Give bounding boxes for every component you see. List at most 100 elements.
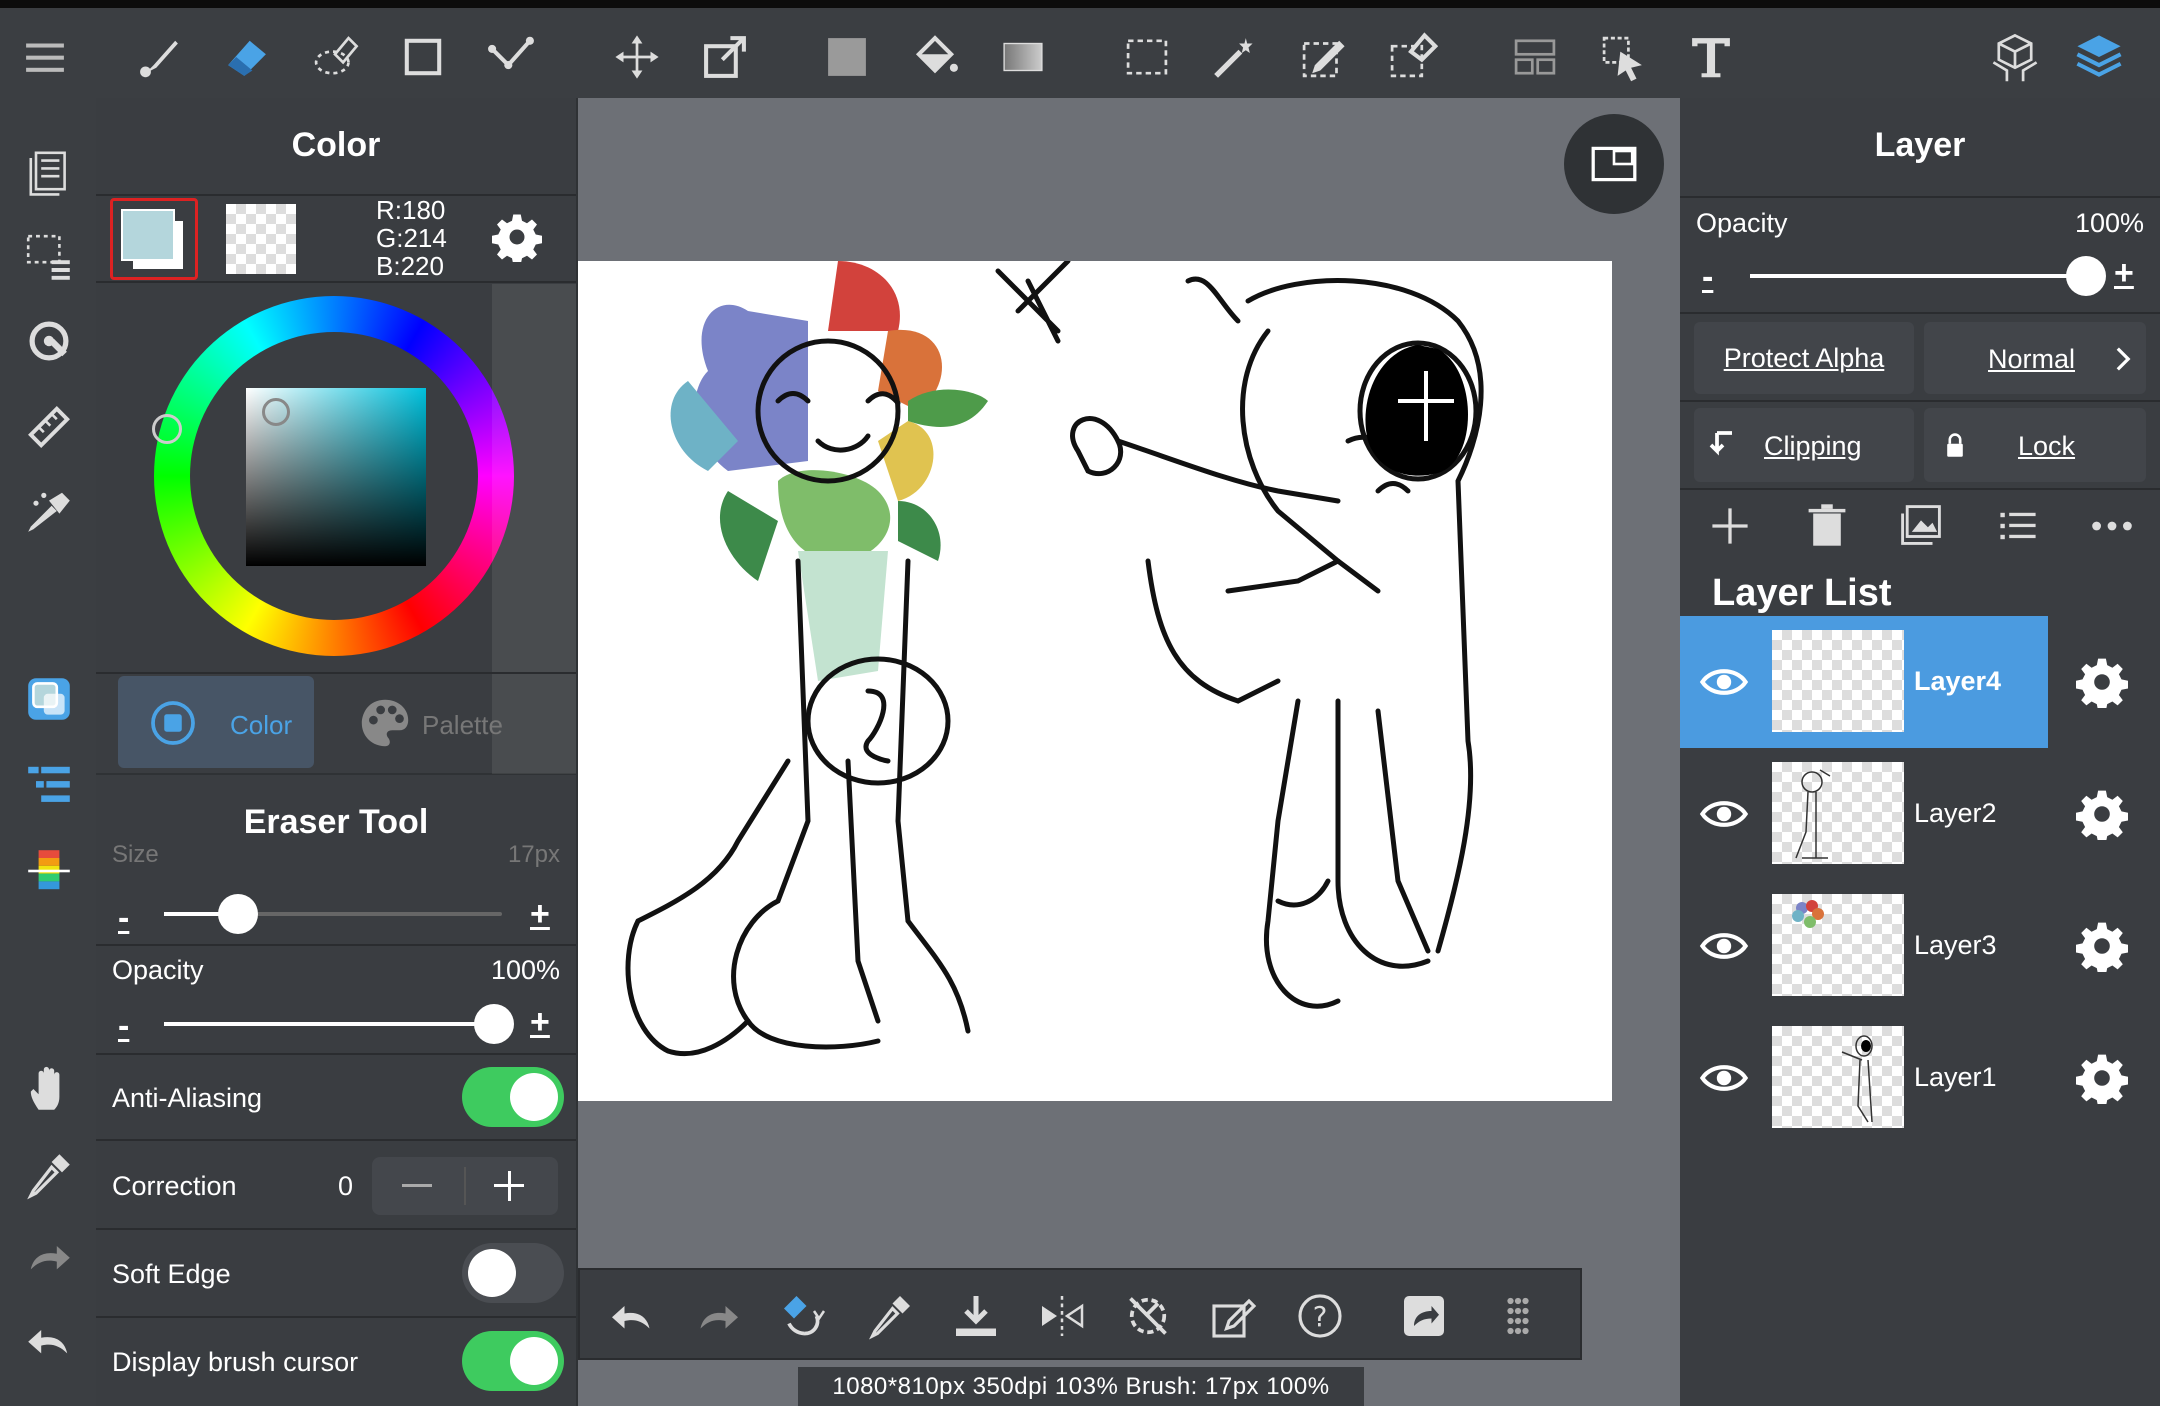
soft-edge-toggle[interactable]: [462, 1243, 564, 1303]
clipping-button[interactable]: Clipping: [1694, 408, 1914, 482]
layer-settings-gear-icon[interactable]: [2076, 656, 2128, 708]
eraser-tool-icon[interactable]: [216, 26, 278, 88]
select-eraser-icon[interactable]: [1380, 26, 1442, 88]
hand-tool-icon[interactable]: [18, 1058, 80, 1120]
magic-wand-icon[interactable]: [1204, 26, 1266, 88]
visibility-eye-icon[interactable]: [1692, 790, 1756, 838]
filter-icon[interactable]: [18, 480, 80, 542]
flip-horizontal-icon[interactable]: [1032, 1286, 1092, 1346]
layers-icon[interactable]: [2068, 26, 2130, 88]
blend-mode-button[interactable]: Normal: [1924, 322, 2146, 394]
drag-handle-icon[interactable]: [1488, 1286, 1548, 1346]
3d-material-icon[interactable]: [1984, 26, 2046, 88]
brush-tool-icon[interactable]: [128, 26, 190, 88]
size-plus-button[interactable]: +: [530, 895, 550, 934]
drawing-canvas[interactable]: [578, 258, 1612, 1101]
size-slider-knob[interactable]: [218, 894, 258, 934]
undo-icon[interactable]: [18, 1312, 80, 1374]
tool-settings-panel: Eraser Tool Size 17px - + Opacity 100% -…: [96, 775, 576, 1406]
tool-panel-title: Eraser Tool: [243, 803, 429, 841]
eyedropper-button-icon[interactable]: [860, 1286, 920, 1346]
fill-color-icon[interactable]: [816, 26, 878, 88]
bucket-tool-icon[interactable]: [904, 26, 966, 88]
save-download-icon[interactable]: [946, 1286, 1006, 1346]
shape-tool-icon[interactable]: [392, 26, 454, 88]
layer-settings-gear-icon[interactable]: [2076, 920, 2128, 972]
layer-list-options-icon[interactable]: [1996, 504, 2040, 548]
rotate-reset-icon[interactable]: [1118, 1286, 1178, 1346]
visibility-eye-icon[interactable]: [1692, 922, 1756, 970]
opacity-value: 100%: [490, 955, 560, 985]
operation-tool-icon[interactable]: [1592, 26, 1654, 88]
lasso-eraser-icon[interactable]: [304, 26, 366, 88]
layer-opacity-minus-button[interactable]: -: [1702, 258, 1713, 297]
help-icon[interactable]: ?: [1290, 1286, 1350, 1346]
layer-settings-gear-icon[interactable]: [2076, 1052, 2128, 1104]
rotate-canvas-icon[interactable]: [18, 310, 80, 372]
brush-list-icon[interactable]: [18, 754, 80, 816]
page-manager-icon[interactable]: [18, 140, 80, 202]
color-settings-gear-icon[interactable]: [492, 212, 542, 265]
layer-opacity-plus-button[interactable]: +: [2114, 254, 2134, 293]
layer-row-layer3[interactable]: Layer3: [1680, 880, 2160, 1012]
layer-row-layer1[interactable]: Layer1: [1680, 1012, 2160, 1144]
tab-palette[interactable]: Palette: [336, 676, 536, 768]
size-minus-button[interactable]: -: [118, 899, 129, 938]
canvas-area[interactable]: [578, 98, 1680, 1406]
anti-aliasing-toggle[interactable]: [462, 1067, 564, 1127]
redo-button-icon[interactable]: [688, 1286, 748, 1346]
add-layer-icon[interactable]: [1708, 504, 1752, 548]
color-slider-icon[interactable]: [18, 840, 80, 902]
edit-selection-icon[interactable]: [1204, 1286, 1264, 1346]
soft-edge-label: Soft Edge: [112, 1259, 231, 1289]
display-brush-cursor-label: Display brush cursor: [112, 1347, 359, 1377]
delete-layer-icon[interactable]: [1804, 502, 1850, 548]
display-brush-cursor-toggle[interactable]: [462, 1331, 564, 1391]
color-panel-icon[interactable]: [18, 668, 80, 730]
size-slider-track[interactable]: [164, 894, 502, 934]
move-tool-icon[interactable]: [606, 26, 668, 88]
primary-color-swatch[interactable]: [110, 198, 198, 280]
lock-button[interactable]: Lock: [1924, 408, 2146, 482]
frame-divider-icon[interactable]: [1504, 26, 1566, 88]
stepper-divider: [464, 1167, 466, 1205]
more-options-icon[interactable]: [2090, 504, 2134, 548]
undo-button-icon[interactable]: [602, 1286, 662, 1346]
opacity-slider-knob[interactable]: [474, 1004, 514, 1044]
rgb-g-value: G:214: [376, 223, 447, 253]
redo-icon[interactable]: [18, 1228, 80, 1290]
transform-tool-icon[interactable]: [694, 26, 756, 88]
layer-settings-gear-icon[interactable]: [2076, 788, 2128, 840]
layer-row-layer2[interactable]: Layer2: [1680, 748, 2160, 880]
opacity-plus-button[interactable]: +: [530, 1003, 550, 1042]
select-pen-icon[interactable]: [1292, 26, 1354, 88]
tab-color-label: Color: [230, 710, 293, 740]
text-tool-icon[interactable]: [1680, 26, 1742, 88]
tab-color[interactable]: Color: [118, 676, 314, 768]
opacity-minus-button[interactable]: -: [118, 1007, 129, 1046]
canvas-fit-button[interactable]: [1564, 114, 1664, 214]
visibility-eye-icon[interactable]: [1692, 1054, 1756, 1102]
left-sidebar: [0, 98, 96, 1406]
eraser-brush-icon[interactable]: [774, 1286, 834, 1346]
eyedropper-icon[interactable]: [18, 1144, 80, 1206]
correction-minus-button[interactable]: [402, 1184, 432, 1187]
transparent-color-swatch[interactable]: [226, 204, 296, 274]
menu-icon[interactable]: [14, 26, 76, 88]
protect-alpha-button[interactable]: Protect Alpha: [1694, 322, 1914, 394]
layer-opacity-slider-knob[interactable]: [2066, 256, 2106, 296]
selection-layer-icon[interactable]: [18, 226, 80, 288]
layer-row-layer4[interactable]: Layer4: [1680, 616, 2160, 748]
top-toolbar: [0, 0, 2160, 98]
ruler-icon[interactable]: [18, 396, 80, 458]
visibility-eye-icon[interactable]: [1692, 658, 1756, 706]
import-image-icon[interactable]: [1898, 502, 1944, 548]
share-export-icon[interactable]: [1394, 1286, 1454, 1346]
layer-opacity-slider-track[interactable]: [1750, 256, 2106, 296]
sv-cursor[interactable]: [262, 398, 290, 426]
gradient-tool-icon[interactable]: [992, 26, 1054, 88]
select-rect-icon[interactable]: [1116, 26, 1178, 88]
hue-cursor[interactable]: [152, 414, 182, 444]
opacity-slider-track[interactable]: [164, 1004, 514, 1044]
line-tool-icon[interactable]: [480, 26, 542, 88]
